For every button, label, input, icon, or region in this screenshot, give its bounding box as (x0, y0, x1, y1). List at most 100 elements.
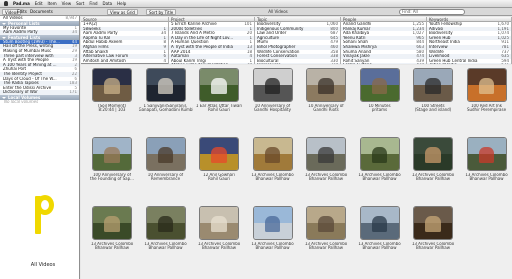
row-count: 10 (247, 63, 252, 64)
video-item[interactable]: 100 Streets (Stage and island) (404, 65, 462, 131)
browser-row[interactable]: Afghan Films documentation 10 (169, 63, 254, 64)
video-thumbnail[interactable] (252, 137, 293, 171)
video-item[interactable]: 13 Archives Colombo Bhanwar Pallhaw (297, 134, 355, 200)
video-item[interactable]: 100 Red Art Ink Sudhir Perempirase (458, 65, 512, 131)
video-thumbnail[interactable] (92, 137, 132, 171)
sort-by-select[interactable]: Sort by Title (146, 9, 177, 15)
browser-column-source: Source 1+A[2] 58weeks 1 Aam Aadmi Party 34 Aap… (81, 17, 169, 64)
video-subtitle: Bhanwar Pallhaw (201, 245, 237, 251)
video-thumbnail[interactable] (252, 206, 293, 240)
video-subtitle: Rohil Gauri (208, 107, 230, 113)
video-item[interactable]: 13 Archives Colombo Bhanwar Pallhaw (351, 134, 409, 200)
video-item[interactable]: 10 Anniversary of Remembrance (137, 134, 195, 200)
video-item[interactable]: 13 Archives Colombo Bhanwar Pallhaw (404, 203, 462, 269)
video-caption: 13 Archives Colombo Bhanwar Pallhaw (299, 173, 353, 182)
browser-column-topic: Topic Biodiversity 1,060 Indigenous Communi… (255, 17, 341, 64)
browser-row[interactable]: Salma Sultana 410 (341, 63, 426, 64)
find-input[interactable]: Find: All (399, 9, 465, 15)
video-thumbnail[interactable] (359, 206, 400, 240)
video-thumbnail[interactable] (306, 206, 346, 240)
video-thumbnail[interactable] (145, 137, 186, 171)
list-title: All Videos (268, 9, 288, 14)
menu-find[interactable]: Find (89, 1, 97, 6)
video-thumbnail[interactable] (199, 206, 239, 240)
apple-icon[interactable] (4, 1, 8, 6)
video-thumbnail[interactable] (306, 68, 346, 102)
browser-row[interactable]: Amitosh and Amitosh 4 (81, 59, 168, 64)
video-caption: 13 Archives Colombo Bhanwar Pallhaw (406, 173, 460, 182)
video-item[interactable]: 13 Archives Colombo Bhanwar Pallhaw (137, 203, 195, 269)
video-thumbnail[interactable] (92, 206, 132, 240)
video-item[interactable]: 13 Archives Colombo Bhanwar Pallhaw (244, 134, 302, 200)
video-thumbnail[interactable] (466, 68, 507, 102)
toolbar: Videos Edits Documents View as Grid Sort… (0, 8, 512, 16)
video-thumbnail[interactable] (413, 137, 453, 171)
video-thumbnail[interactable] (145, 68, 186, 102)
video-item[interactable]: 13 Archives Colombo Bhanwar Pallhaw (404, 134, 462, 200)
thumbnail-figure (157, 215, 174, 232)
video-item[interactable]: (Soil Moment) 8:20:44 | 103 (83, 65, 141, 131)
video-item[interactable]: 13 Archives Colombo Bhanwar Pallhaw (83, 203, 141, 269)
video-item[interactable]: 100 Anniversary of the Founding of Sap... (83, 134, 141, 200)
view-as-select[interactable]: View as Grid (107, 9, 138, 15)
thumbnail-figure (104, 77, 120, 94)
video-thumbnail[interactable] (92, 68, 132, 102)
video-subtitle: Gandhi Riots (313, 107, 339, 113)
row-label: Afghan Films documentation (171, 63, 228, 64)
video-item[interactable]: 12 Anil Gowhari Rohil Gauri (190, 134, 248, 200)
browser-column-project: Project 5 Errich Karine Archive 101 2000s t… (169, 17, 255, 64)
video-caption: (Soil Moment) 8:20:44 | 103 (85, 104, 139, 113)
sidebar: All Videos 8,947 Personal Lists My Favor… (0, 16, 80, 279)
disclosure-triangle-icon[interactable] (2, 36, 6, 39)
video-subtitle: Bhanwar Pallhaw (148, 245, 183, 251)
video-item[interactable]: 10 Minutes pritams (351, 65, 409, 131)
video-thumbnail[interactable] (145, 206, 186, 240)
thumbnail-figure (371, 215, 388, 232)
sidebar-item-count: 34 (71, 30, 77, 35)
video-thumbnail[interactable] (359, 68, 400, 102)
video-item[interactable]: 13 Archives Colombo Bhanwar Pallhaw (190, 203, 248, 269)
browser-row[interactable]: Tribes of India 571 (427, 63, 511, 64)
video-thumbnail[interactable] (413, 206, 453, 240)
video-item[interactable]: 13 Archives Colombo Bhanwar Pallhaw (458, 134, 512, 200)
video-item[interactable]: 13 Archives Colombo Bhanwar Pallhaw (297, 203, 355, 269)
video-caption: 10 Minutes pritams (353, 104, 407, 113)
video-subtitle: Bhanwar Pallhaw (415, 245, 451, 251)
video-item[interactable]: 1 Ear Atlas Uttar Tiwari Rohil Gauri (190, 65, 248, 131)
menu-edit[interactable]: Edit (35, 1, 43, 6)
menu-item[interactable]: Item (48, 1, 57, 6)
video-item[interactable]: 13 Archives Colombo Bhanwar Pallhaw (244, 203, 302, 269)
tab-documents[interactable]: Documents (30, 9, 53, 15)
video-item[interactable]: 10 Anniversary of Gandhi Riots (297, 65, 355, 131)
video-thumbnail[interactable] (413, 68, 453, 102)
menu-help[interactable]: Help (117, 1, 126, 6)
browser-row[interactable]: Bioresoures 318 (255, 63, 340, 64)
row-label: Bioresoures (257, 63, 281, 64)
video-item[interactable]: 10 Anniversary of Gandhi Hospitality (244, 65, 302, 131)
video-subtitle: 8:20:44 | 103 (98, 107, 126, 113)
video-thumbnail[interactable] (199, 68, 239, 102)
thumbnail-figure (157, 77, 174, 94)
video-caption: 13 Archives Colombo Bhanwar Pallhaw (406, 242, 460, 251)
disclosure-triangle-icon[interactable] (2, 22, 6, 25)
video-caption: 12 Anil Gowhari Rohil Gauri (192, 173, 246, 182)
video-subtitle: Bhanwar Pallhaw (255, 245, 290, 251)
video-subtitle: Gandhi Hospitality (254, 107, 291, 113)
logo-caption: All Videos (30, 262, 56, 268)
video-subtitle: the Founding of Sap... (90, 176, 134, 182)
video-item[interactable]: 13 Archives Colombo Bhanwar Pallhaw (351, 203, 409, 269)
video-caption: 13 Archives Colombo Bhanwar Pallhaw (353, 173, 407, 182)
video-thumbnail[interactable] (252, 68, 293, 102)
menu-data[interactable]: Data (103, 1, 113, 6)
menu-app-name[interactable]: Pad.ma (13, 1, 30, 6)
tab-edits[interactable]: Edits (17, 9, 27, 15)
video-thumbnail[interactable] (199, 137, 239, 171)
menu-sort[interactable]: Sort (76, 1, 84, 6)
menu-view[interactable]: View (62, 1, 72, 6)
video-caption: 13 Archives Colombo Bhanwar Pallhaw (139, 242, 193, 251)
video-item[interactable]: 1 Sanjivani(Sanjirani), Ganapati, Gomadan… (137, 65, 195, 131)
video-thumbnail[interactable] (306, 137, 346, 171)
video-thumbnail[interactable] (466, 137, 507, 171)
video-thumbnail[interactable] (359, 137, 400, 171)
video-caption: 13 Archives Colombo Bhanwar Pallhaw (299, 242, 353, 251)
